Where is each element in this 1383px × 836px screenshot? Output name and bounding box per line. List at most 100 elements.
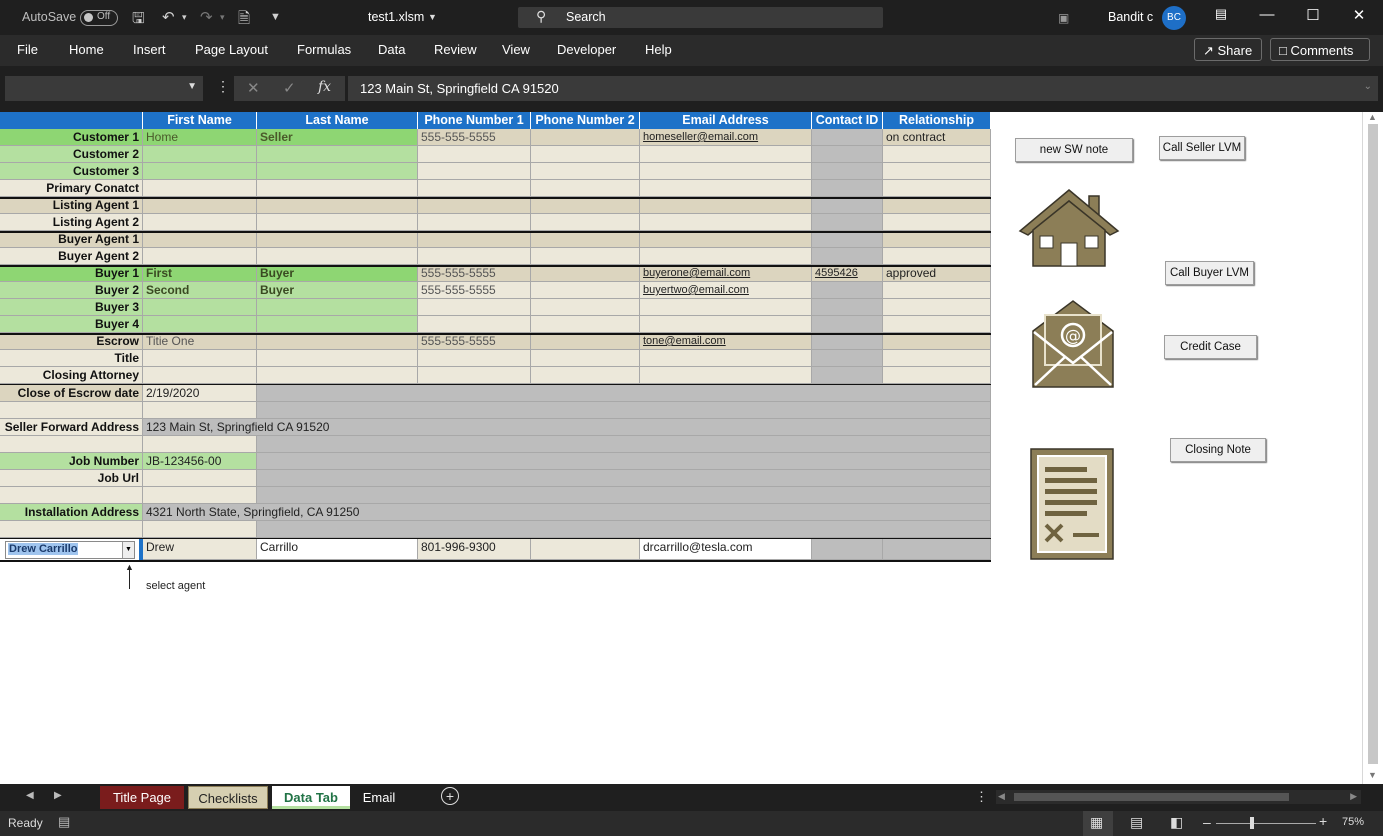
tab-title-page[interactable]: Title Page	[100, 786, 184, 809]
cell-last[interactable]	[257, 231, 418, 248]
seller-forward-value[interactable]: 123 Main St, Springfield CA 91520	[143, 419, 543, 436]
cell-contact-id[interactable]	[812, 316, 883, 333]
cell-relationship[interactable]	[883, 367, 991, 384]
share-button[interactable]: ↗ Share	[1194, 38, 1262, 61]
cell-contact-id[interactable]	[812, 197, 883, 214]
cell-first[interactable]	[143, 350, 257, 367]
closing-note-button[interactable]: Closing Note	[1170, 438, 1266, 462]
undo-dropdown-icon[interactable]: ▾	[182, 12, 187, 23]
cell-phone1[interactable]: 555-555-5555	[418, 265, 531, 282]
cell-first[interactable]	[143, 197, 257, 214]
cell-last[interactable]: Buyer	[257, 265, 418, 282]
zoom-in-icon[interactable]: +	[1319, 813, 1327, 829]
cell-last[interactable]	[257, 299, 418, 316]
cell-phone2[interactable]	[531, 146, 640, 163]
agent-first[interactable]: Drew	[143, 539, 257, 560]
scroll-down-icon[interactable]: ▼	[1368, 770, 1377, 780]
file-name[interactable]: test1.xlsm	[368, 10, 424, 24]
cell-email[interactable]: homeseller@email.com	[640, 129, 812, 146]
cell-relationship[interactable]	[883, 163, 991, 180]
search-box[interactable]: ⚲ Search	[518, 7, 883, 28]
cell-first[interactable]: Home	[143, 129, 257, 146]
coauthor-icon[interactable]: ▣	[1058, 11, 1069, 25]
cell-phone2[interactable]	[531, 265, 640, 282]
agent-dropdown-icon[interactable]: ▼	[122, 542, 134, 558]
call-seller-lvm-button[interactable]: Call Seller LVM	[1159, 136, 1245, 160]
menu-page-layout[interactable]: Page Layout	[195, 42, 268, 57]
page-break-view-icon[interactable]: ◧	[1170, 814, 1183, 831]
close-of-escrow-value[interactable]: 2/19/2020	[143, 385, 257, 402]
cell-email[interactable]: buyertwo@email.com	[640, 282, 812, 299]
cell-first[interactable]: Titie One	[143, 333, 257, 350]
autosave-toggle[interactable]: Off	[80, 10, 118, 26]
cell-phone2[interactable]	[531, 333, 640, 350]
cell-last[interactable]	[257, 180, 418, 197]
normal-view-icon[interactable]: ▦	[1090, 814, 1103, 831]
cell-contact-id[interactable]: 4595426	[812, 265, 883, 282]
macro-record-icon[interactable]: ▤	[58, 814, 70, 830]
cell-phone1[interactable]: 555-555-5555	[418, 282, 531, 299]
cell-last[interactable]	[257, 214, 418, 231]
cell-relationship[interactable]	[883, 299, 991, 316]
cell-relationship[interactable]	[883, 282, 991, 299]
cell-first[interactable]	[143, 248, 257, 265]
agent-phone[interactable]: 801-996-9300	[418, 539, 531, 560]
zoom-out-icon[interactable]: –	[1203, 814, 1211, 830]
cell-last[interactable]	[257, 367, 418, 384]
scroll-up-icon[interactable]: ▲	[1368, 112, 1377, 122]
hscroll-left-icon[interactable]: ◀	[998, 791, 1005, 802]
cell-contact-id[interactable]	[812, 299, 883, 316]
cell-last[interactable]	[257, 146, 418, 163]
expand-formula-icon[interactable]: ⌄	[1364, 81, 1372, 92]
hscroll-thumb[interactable]	[1014, 793, 1289, 801]
horizontal-scrollbar[interactable]: ◀ ▶	[996, 790, 1361, 804]
cell-last[interactable]	[257, 197, 418, 214]
tab-scroll-right-icon[interactable]: ▶	[54, 790, 62, 801]
cell-relationship[interactable]	[883, 197, 991, 214]
new-sw-note-button[interactable]: new SW note	[1015, 138, 1133, 162]
cell-contact-id[interactable]	[812, 333, 883, 350]
cell-contact-id[interactable]	[812, 146, 883, 163]
cell-phone1[interactable]: 555-555-5555	[418, 333, 531, 350]
menu-formulas[interactable]: Formulas	[297, 42, 351, 57]
cell-contact-id[interactable]	[812, 367, 883, 384]
menu-data[interactable]: Data	[378, 42, 405, 57]
new-file-icon[interactable]: 🗎	[238, 8, 250, 33]
redo-dropdown-icon[interactable]: ▾	[220, 12, 225, 23]
cell-email[interactable]	[640, 248, 812, 265]
cell-phone1[interactable]	[418, 163, 531, 180]
insert-function-icon[interactable]: fx	[318, 79, 331, 95]
cell-relationship[interactable]	[883, 146, 991, 163]
cell-phone1[interactable]: 555-555-5555	[418, 129, 531, 146]
menu-file[interactable]: File	[17, 42, 38, 57]
cell-phone2[interactable]	[531, 163, 640, 180]
name-box[interactable]: ▼	[5, 76, 203, 101]
cell-last[interactable]	[257, 350, 418, 367]
zoom-slider-handle[interactable]	[1250, 817, 1254, 829]
cell-relationship[interactable]	[883, 231, 991, 248]
cancel-icon[interactable]: ✕	[247, 79, 260, 97]
cell-first[interactable]	[143, 367, 257, 384]
filename-chevron-icon[interactable]: ▼	[428, 12, 437, 22]
menu-developer[interactable]: Developer	[557, 42, 616, 57]
comments-button[interactable]: □ Comments	[1270, 38, 1370, 61]
cell-relationship[interactable]	[883, 180, 991, 197]
cell-relationship[interactable]	[883, 350, 991, 367]
cell-contact-id[interactable]	[812, 231, 883, 248]
vertical-scrollbar[interactable]: ▲ ▼	[1362, 112, 1383, 784]
cell-phone2[interactable]	[531, 180, 640, 197]
name-box-dropdown-icon[interactable]: ▼	[187, 81, 197, 92]
cell-last[interactable]: Seller	[257, 129, 418, 146]
user-name[interactable]: Bandit c	[1108, 10, 1153, 24]
cell-email[interactable]	[640, 299, 812, 316]
cell-last[interactable]	[257, 163, 418, 180]
worksheet[interactable]: First Name Last Name Phone Number 1 Phon…	[0, 112, 1362, 784]
cell-phone2[interactable]	[531, 129, 640, 146]
cell-phone1[interactable]	[418, 248, 531, 265]
cell-contact-id[interactable]	[812, 350, 883, 367]
credit-case-button[interactable]: Credit Case	[1164, 335, 1257, 359]
redo-icon[interactable]: ↷	[200, 8, 213, 26]
cell-contact-id[interactable]	[812, 180, 883, 197]
menu-home[interactable]: Home	[69, 42, 104, 57]
ribbon-display-icon[interactable]: ▤	[1206, 6, 1236, 22]
